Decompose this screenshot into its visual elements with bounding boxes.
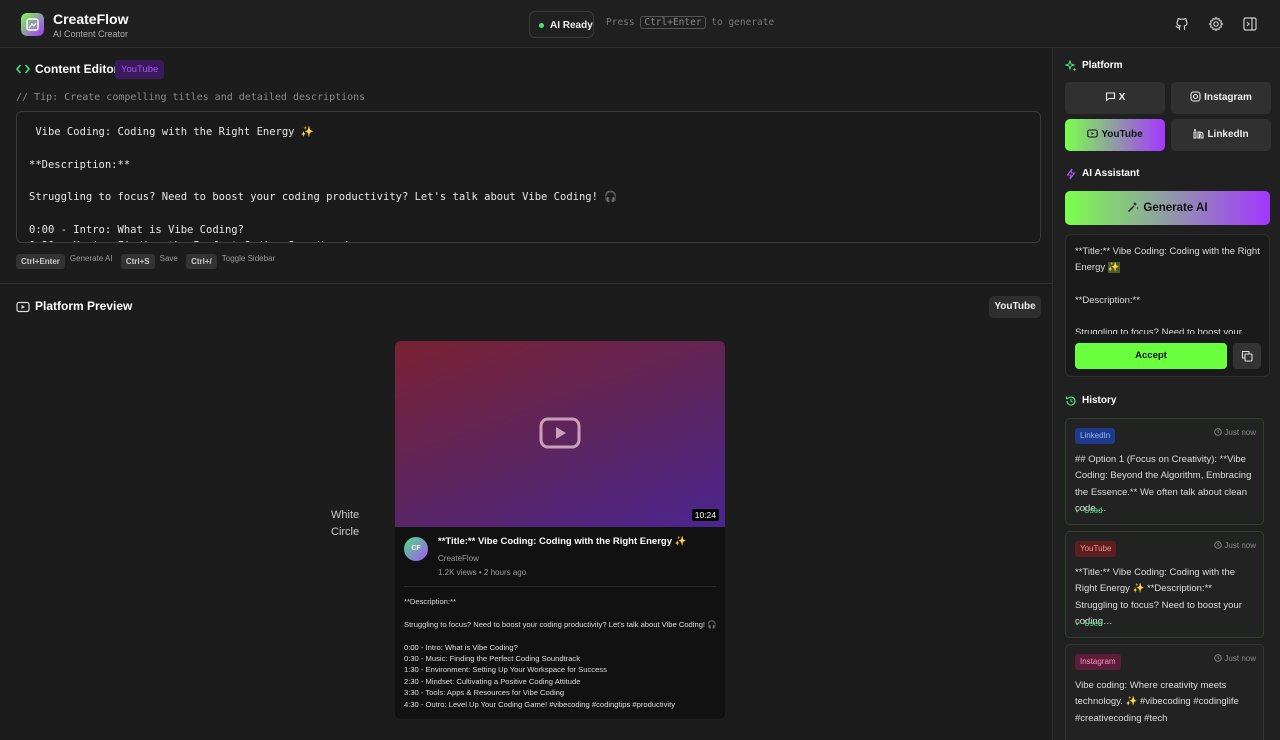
platform-preview-title: Platform Preview [35, 299, 133, 313]
history-platform-tag: YouTube [1075, 541, 1117, 557]
clock-icon [1214, 654, 1222, 662]
history-time: Just now [1214, 428, 1256, 437]
code-icon [16, 64, 30, 74]
shortcut-key: Ctrl+S [120, 254, 155, 269]
history-text: Vibe coding: Where creativity meets tech… [1075, 680, 1239, 724]
hint-suffix: to generate [711, 17, 775, 28]
history-item[interactable]: YouTube Just now **Title:** Vibe Coding:… [1065, 531, 1264, 638]
shortcut-label: Toggle Sidebar [221, 254, 276, 263]
history-title: History [1082, 395, 1117, 406]
message-icon [1105, 92, 1115, 102]
section-divider [0, 283, 1052, 284]
hint-prefix: Press [606, 17, 635, 28]
video-duration: 10:24 [691, 509, 719, 521]
sparkles-icon [1065, 60, 1077, 72]
ai-output-text[interactable]: **Title:** Vibe Coding: Coding with the … [1075, 244, 1265, 334]
platform-label: Instagram [1204, 92, 1252, 103]
status-dot [539, 23, 544, 28]
video-preview-card: 10:24 CF **Title:** Vibe Coding: Coding … [395, 341, 725, 719]
history-icon [1065, 396, 1076, 406]
editor-platform-tag: YouTube [115, 60, 165, 79]
history-platform-tag: LinkedIn [1075, 428, 1116, 444]
platform-button-linkedin[interactable]: LinkedIn [1171, 119, 1271, 151]
ai-output-line: **Title:** Vibe Coding: Coding with the … [1075, 246, 1260, 274]
gear-icon[interactable] [1208, 16, 1224, 32]
content-editor-textarea[interactable]: Vibe Coding: Coding with the Right Energ… [16, 111, 1041, 243]
video-description: **Description:** Struggling to focus? Ne… [404, 597, 717, 709]
content-editor-title: Content Editor [35, 62, 119, 76]
history-used-label: Used [1083, 619, 1103, 628]
platform-section-title: Platform [1082, 60, 1123, 71]
clock-icon [1214, 428, 1222, 436]
history-item[interactable]: Instagram Just now Vibe coding: Where cr… [1065, 644, 1264, 740]
history-used-label: Used [1083, 506, 1103, 515]
history-used: ✓ Used [1075, 619, 1103, 628]
app-logo [21, 13, 44, 36]
clock-icon [1214, 541, 1222, 549]
right-sidebar: Platform X Instagram YouTube LinkedIn AI… [1052, 48, 1280, 740]
channel-avatar: CF [404, 537, 428, 561]
platform-label: YouTube [1101, 129, 1143, 140]
lightning-icon [1066, 168, 1076, 180]
platform-button-instagram[interactable]: Instagram [1171, 82, 1271, 114]
instagram-icon [1190, 91, 1201, 102]
app-subtitle: AI Content Creator [53, 29, 129, 39]
video-divider [404, 586, 716, 587]
shortcut-label: Save [159, 254, 178, 263]
history-used: ✓ Used [1075, 506, 1103, 515]
history-time: Just now [1214, 541, 1256, 550]
history-item[interactable]: LinkedIn Just now ## Option 1 (Focus on … [1065, 418, 1264, 525]
history-time-label: Just now [1224, 541, 1256, 550]
editor-tip: // Tip: Create compelling titles and det… [16, 92, 366, 103]
preview-platform-button[interactable]: YouTube [989, 296, 1041, 318]
platform-button-x[interactable]: X [1065, 82, 1165, 114]
platform-label: LinkedIn [1207, 129, 1249, 140]
generate-ai-button[interactable]: Generate AI [1065, 191, 1270, 225]
broken-image: White Circle [331, 507, 376, 541]
history-time-label: Just now [1224, 428, 1256, 437]
shortcut-key: Ctrl+/ [186, 254, 217, 269]
shortcut-list: Ctrl+Enter Generate AI Ctrl+S Save Ctrl+/ T… [16, 254, 281, 269]
top-bar: CreateFlow AI Content Creator AI Ready P… [0, 0, 1280, 48]
generate-ai-label: Generate AI [1143, 202, 1208, 214]
video-channel: CreateFlow [438, 554, 479, 563]
youtube-icon [16, 301, 30, 313]
ai-assistant-title: AI Assistant [1082, 168, 1140, 179]
shortcut-label: Generate AI [69, 254, 113, 263]
app-title: CreateFlow [53, 11, 129, 27]
video-title: **Title:** Vibe Coding: Coding with the … [438, 536, 687, 547]
history-time: Just now [1214, 654, 1256, 663]
accept-button[interactable]: Accept [1075, 343, 1227, 369]
linkedin-icon [1193, 129, 1204, 139]
github-icon[interactable] [1174, 16, 1190, 32]
ai-output-panel: **Title:** Vibe Coding: Coding with the … [1065, 234, 1270, 377]
ai-output-spark: ✨ [1107, 262, 1120, 274]
video-thumbnail[interactable]: 10:24 [395, 341, 725, 527]
play-icon[interactable] [539, 417, 581, 449]
history-platform-tag: Instagram [1075, 654, 1121, 670]
platform-label: X [1118, 92, 1126, 103]
shortcut-key: Ctrl+Enter [16, 254, 65, 269]
hint-key: Ctrl+Enter [640, 16, 706, 29]
video-meta: 1.2K views • 2 hours ago [438, 568, 527, 577]
ai-status-badge[interactable]: AI Ready [529, 11, 594, 38]
magic-wand-icon [1128, 202, 1140, 212]
platform-button-youtube[interactable]: YouTube [1065, 119, 1165, 151]
sidebar-toggle-icon[interactable] [1242, 16, 1258, 32]
history-time-label: Just now [1224, 654, 1256, 663]
generate-hint: Press Ctrl+Enter to generate [606, 16, 775, 29]
youtube-icon [1087, 129, 1099, 138]
copy-button[interactable] [1233, 343, 1261, 369]
copy-icon [1241, 350, 1253, 362]
ai-status-label: AI Ready [550, 20, 593, 31]
main-panel: Content Editor YouTube // Tip: Create co… [0, 48, 1052, 740]
broken-image-alt: White Circle [331, 509, 360, 538]
ai-output-rest: **Description:** Struggling to focus? Ne… [1075, 294, 1242, 334]
